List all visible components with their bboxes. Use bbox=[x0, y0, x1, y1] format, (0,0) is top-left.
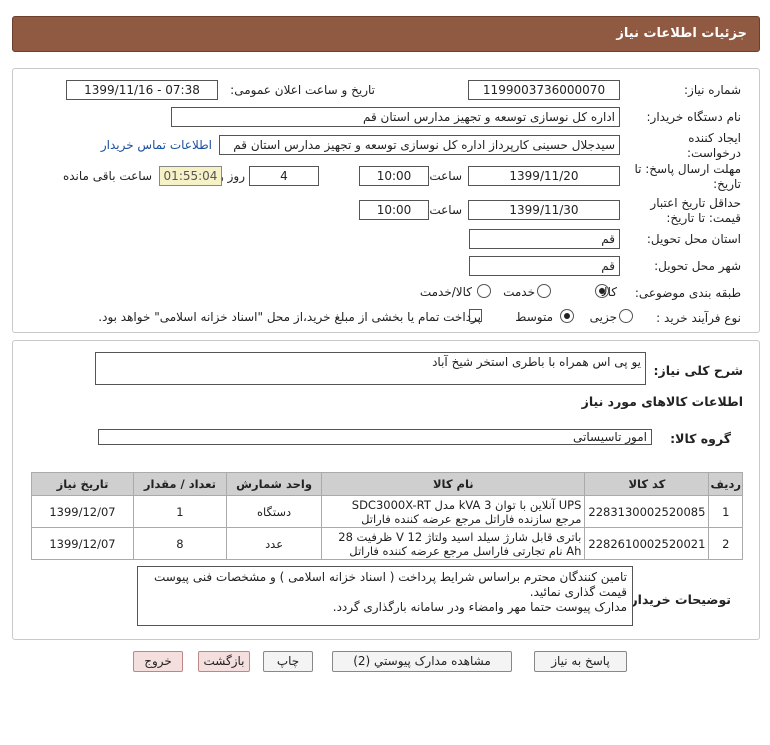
deadline-date-field: 1399/11/20 bbox=[468, 166, 620, 186]
days-label: روز و bbox=[218, 169, 245, 183]
table-row: 1 2283130002520085 UPS آنلاین با توان 3 … bbox=[31, 495, 743, 528]
deadline-label: مهلت ارسال پاسخ: تا تاریخ: bbox=[634, 162, 741, 191]
province-field: قم bbox=[469, 229, 620, 249]
buyer-notes-label: توضیحات خریدار: bbox=[625, 592, 731, 607]
row-date: 1399/12/07 bbox=[31, 495, 134, 528]
reply-button[interactable]: پاسخ به نیاز bbox=[534, 651, 627, 672]
col-name: نام کالا bbox=[321, 472, 586, 496]
payment-note: پرداخت تمام یا بخشی از مبلغ خرید،از محل … bbox=[98, 310, 481, 324]
row-name: باتری قابل شارژ سیلد اسید ولتاژ 12 V ظرف… bbox=[321, 527, 586, 560]
buyer-org-field: اداره کل نوسازی توسعه و تجهیز مدارس استا… bbox=[171, 107, 620, 127]
validity-time-label: ساعت bbox=[429, 203, 462, 217]
category-option-goods-service: کالا/خدمت bbox=[419, 285, 472, 299]
remaining-time-field: 01:55:04 bbox=[159, 166, 222, 186]
need-number-label: شماره نیاز: bbox=[684, 83, 741, 97]
goods-info-title: اطلاعات کالاهای مورد نیاز bbox=[581, 394, 743, 409]
province-label: استان محل تحویل: bbox=[646, 232, 741, 246]
announce-datetime-field: 1399/11/16 - 07:38 bbox=[66, 80, 218, 100]
category-label: طبقه بندی موضوعی: bbox=[634, 286, 741, 300]
announce-label: تاریخ و ساعت اعلان عمومی: bbox=[230, 83, 375, 97]
view-attachments-button[interactable]: مشاهده مدارک پیوستي (2) bbox=[332, 651, 512, 672]
category-radio-goods-service[interactable] bbox=[477, 284, 491, 298]
exit-button[interactable]: خروج bbox=[133, 651, 183, 672]
row-unit: عدد bbox=[225, 527, 323, 560]
validity-label: حداقل تاریخ اعتبار قیمت: تا تاریخ: bbox=[650, 196, 741, 225]
row-unit: دستگاه bbox=[225, 495, 323, 528]
buyer-org-label: نام دستگاه خریدار: bbox=[646, 110, 742, 124]
city-label: شهر محل تحویل: bbox=[654, 259, 741, 273]
category-option-goods: کالا bbox=[600, 285, 617, 299]
validity-date-field: 1399/11/30 bbox=[468, 200, 620, 220]
category-option-service: خدمت bbox=[503, 285, 535, 299]
col-index: ردیف bbox=[708, 472, 743, 496]
creator-field: سیدجلال حسینی کارپرداز اداره کل نوسازی ت… bbox=[219, 135, 620, 155]
remaining-label: ساعت باقی مانده bbox=[62, 169, 152, 183]
col-code: کد کالا bbox=[584, 472, 710, 496]
col-unit: واحد شمارش bbox=[225, 472, 323, 496]
print-button[interactable]: چاپ bbox=[263, 651, 313, 672]
row-qty: 1 bbox=[132, 495, 227, 528]
deadline-time-label: ساعت bbox=[429, 169, 462, 183]
need-info-panel: شماره نیاز: 1199003736000070 تاریخ و ساع… bbox=[12, 68, 760, 333]
row-name: UPS آنلاین با توان 3 kVA مدل SDC3000X-RT… bbox=[321, 495, 586, 528]
category-radio-service[interactable] bbox=[537, 284, 551, 298]
need-details-panel: شرح کلی نیاز: یو پی اس همراه با باطری اس… bbox=[12, 340, 760, 640]
table-row: 2 2282610002520021 باتری قابل شارژ سیلد … bbox=[31, 527, 743, 560]
col-date: تاریخ نیاز bbox=[31, 472, 134, 496]
days-field: 4 bbox=[249, 166, 319, 186]
city-field: قم bbox=[469, 256, 620, 276]
process-option-minor: جزیی bbox=[589, 310, 617, 324]
process-radio-minor[interactable] bbox=[619, 309, 633, 323]
deadline-time-field: 10:00 bbox=[359, 166, 429, 186]
page-header: جزئیات اطلاعات نیاز bbox=[12, 16, 760, 52]
process-label: نوع فرآیند خرید : bbox=[656, 311, 741, 325]
creator-label: ایجاد کننده درخواست: bbox=[687, 131, 741, 160]
row-code: 2282610002520021 bbox=[584, 527, 710, 560]
page-title: جزئیات اطلاعات نیاز bbox=[616, 26, 747, 41]
general-desc-label: شرح کلی نیاز: bbox=[653, 363, 743, 378]
process-radio-medium[interactable] bbox=[560, 309, 574, 323]
row-qty: 8 bbox=[132, 527, 227, 560]
buyer-contact-link[interactable]: اطلاعات تماس خریدار bbox=[101, 138, 212, 152]
row-date: 1399/12/07 bbox=[31, 527, 134, 560]
general-desc-field: یو پی اس همراه با باطری استخر شیخ آباد bbox=[95, 352, 646, 385]
row-code: 2283130002520085 bbox=[584, 495, 710, 528]
process-option-medium: متوسط bbox=[515, 310, 553, 324]
goods-table: ردیف کد کالا نام کالا واحد شمارش تعداد /… bbox=[31, 472, 743, 560]
row-index: 2 bbox=[708, 527, 743, 560]
goods-group-field: امور تاسیساتی bbox=[98, 429, 652, 445]
validity-time-field: 10:00 bbox=[359, 200, 429, 220]
goods-table-header: ردیف کد کالا نام کالا واحد شمارش تعداد /… bbox=[31, 472, 743, 496]
goods-group-label: گروه کالا: bbox=[670, 431, 731, 446]
col-qty: تعداد / مقدار bbox=[132, 472, 227, 496]
need-number-field: 1199003736000070 bbox=[468, 80, 620, 100]
row-index: 1 bbox=[708, 495, 743, 528]
buyer-notes-field: تامین کنندگان محترم براساس شرایط پرداخت … bbox=[137, 566, 633, 626]
back-button[interactable]: بازگشت bbox=[198, 651, 250, 672]
